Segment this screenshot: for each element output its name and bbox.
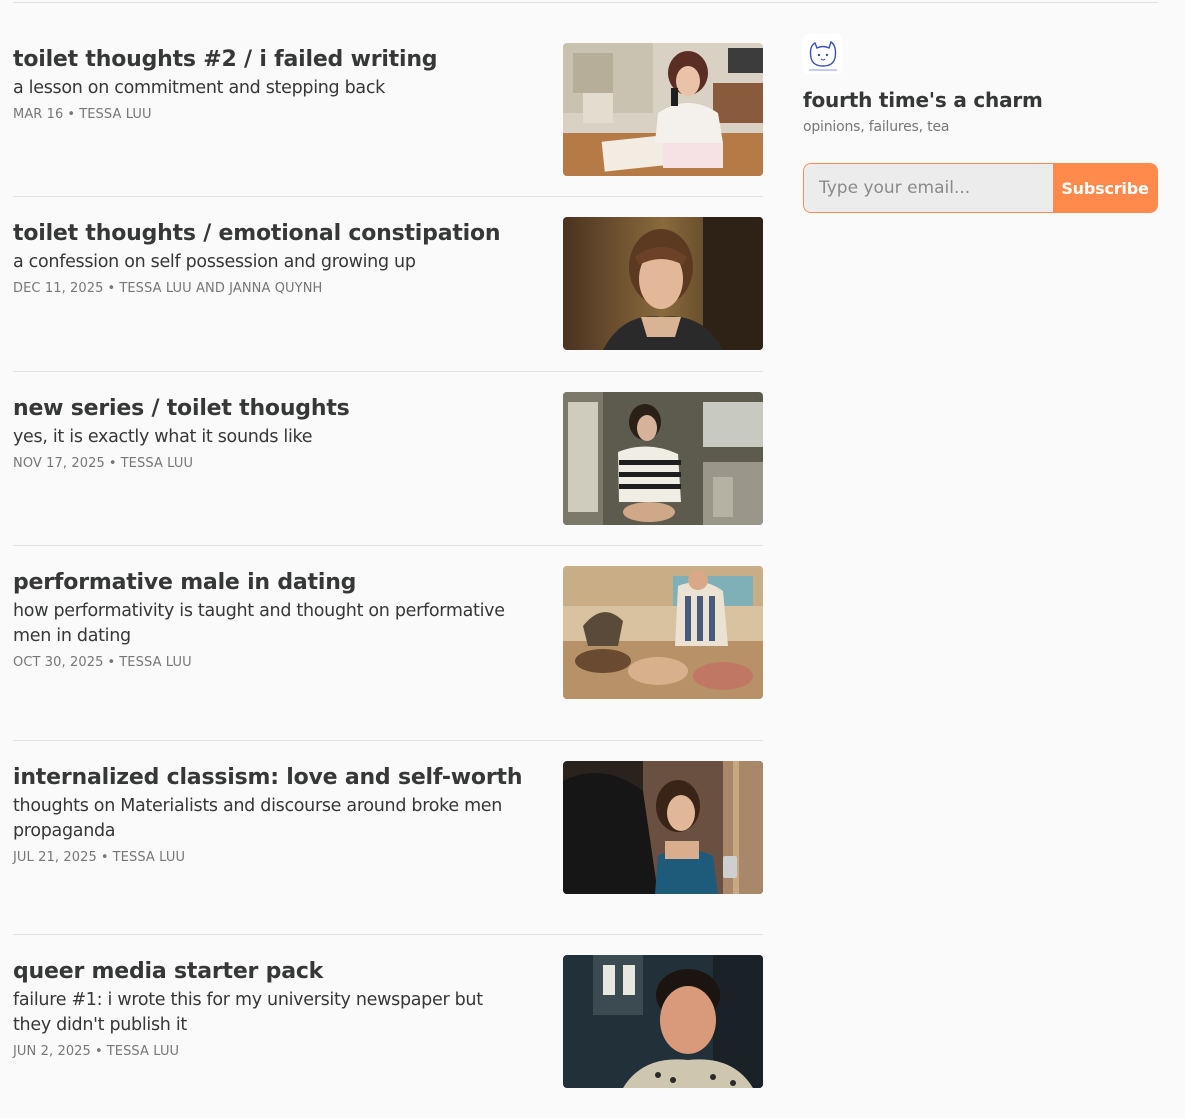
- vintage-kitchen-illustration-image[interactable]: [563, 566, 763, 699]
- publication-description: opinions, failures, tea: [803, 119, 950, 135]
- email-input[interactable]: [804, 164, 1053, 212]
- post-date: DEC 11, 2025: [13, 281, 104, 296]
- post-authors[interactable]: TESSA LUU: [79, 107, 151, 122]
- post-title[interactable]: internalized classism: love and self-wor…: [13, 763, 523, 793]
- post-item[interactable]: toilet thoughts / emotional constipation…: [13, 197, 763, 372]
- woman-in-bathroom-image[interactable]: [563, 392, 763, 525]
- meta-separator: •: [107, 281, 116, 296]
- crying-young-man-image[interactable]: [563, 955, 763, 1088]
- post-feed: toilet thoughts #2 / i failed writing a …: [13, 3, 763, 1100]
- post-title[interactable]: new series / toilet thoughts: [13, 394, 523, 424]
- subscribe-button[interactable]: Subscribe: [1053, 164, 1157, 212]
- post-item[interactable]: queer media starter pack failure #1: i w…: [13, 935, 763, 1100]
- meta-separator: •: [107, 655, 116, 670]
- meta-separator: •: [100, 850, 109, 865]
- subscribe-form: Subscribe: [803, 163, 1158, 213]
- post-date: OCT 30, 2025: [13, 655, 104, 670]
- post-subtitle: a confession on self possession and grow…: [13, 252, 416, 272]
- post-subtitle: a lesson on commitment and stepping back: [13, 78, 386, 98]
- post-authors[interactable]: TESSA LUU: [113, 850, 185, 865]
- post-title[interactable]: toilet thoughts / emotional constipation: [13, 219, 523, 249]
- post-item[interactable]: internalized classism: love and self-wor…: [13, 741, 763, 935]
- post-meta: JUL 21, 2025 • TESSA LUU: [13, 849, 523, 867]
- woman-portrait-image[interactable]: [563, 217, 763, 350]
- meta-separator: •: [108, 456, 117, 471]
- post-authors[interactable]: TESSA LUU: [107, 1044, 179, 1059]
- meta-separator: •: [67, 107, 76, 122]
- post-meta: DEC 11, 2025 • TESSA LUU AND JANNA QUYNH: [13, 280, 523, 298]
- couple-at-party-image[interactable]: [563, 761, 763, 894]
- post-subtitle: yes, it is exactly what it sounds like: [13, 427, 313, 447]
- post-authors[interactable]: TESSA LUU: [119, 655, 191, 670]
- post-title[interactable]: performative male in dating: [13, 568, 523, 598]
- post-subtitle: how performativity is taught and thought…: [13, 601, 505, 646]
- post-text: performative male in dating how performa…: [13, 568, 523, 672]
- post-text: internalized classism: love and self-wor…: [13, 763, 523, 867]
- post-item[interactable]: performative male in dating how performa…: [13, 546, 763, 741]
- post-meta: NOV 17, 2025 • TESSA LUU: [13, 455, 523, 473]
- post-subtitle: thoughts on Materialists and discourse a…: [13, 796, 503, 841]
- woman-on-phone-at-desk-image[interactable]: [563, 43, 763, 176]
- post-title[interactable]: queer media starter pack: [13, 957, 523, 987]
- post-meta: OCT 30, 2025 • TESSA LUU: [13, 654, 523, 672]
- meta-separator: •: [94, 1044, 103, 1059]
- post-authors[interactable]: TESSA LUU: [121, 456, 193, 471]
- post-text: new series / toilet thoughts yes, it is …: [13, 394, 523, 473]
- sidebar: fourth time's a charm opinions, failures…: [803, 34, 1158, 213]
- post-title[interactable]: toilet thoughts #2 / i failed writing: [13, 45, 523, 75]
- publication-name[interactable]: fourth time's a charm: [803, 87, 1158, 113]
- post-text: toilet thoughts / emotional constipation…: [13, 219, 523, 298]
- post-date: MAR 16: [13, 107, 64, 122]
- post-meta: MAR 16 • TESSA LUU: [13, 106, 523, 124]
- post-subtitle: failure #1: i wrote this for my universi…: [13, 990, 483, 1035]
- post-text: toilet thoughts #2 / i failed writing a …: [13, 45, 523, 124]
- post-date: JUN 2, 2025: [13, 1044, 91, 1059]
- post-text: queer media starter pack failure #1: i w…: [13, 957, 523, 1061]
- post-meta: JUN 2, 2025 • TESSA LUU: [13, 1043, 523, 1061]
- post-date: JUL 21, 2025: [13, 850, 97, 865]
- post-item[interactable]: new series / toilet thoughts yes, it is …: [13, 372, 763, 546]
- post-authors[interactable]: TESSA LUU AND JANNA QUYNH: [119, 281, 322, 296]
- post-date: NOV 17, 2025: [13, 456, 105, 471]
- post-item[interactable]: toilet thoughts #2 / i failed writing a …: [13, 3, 763, 197]
- cat-doodle-logo-icon[interactable]: [803, 34, 843, 74]
